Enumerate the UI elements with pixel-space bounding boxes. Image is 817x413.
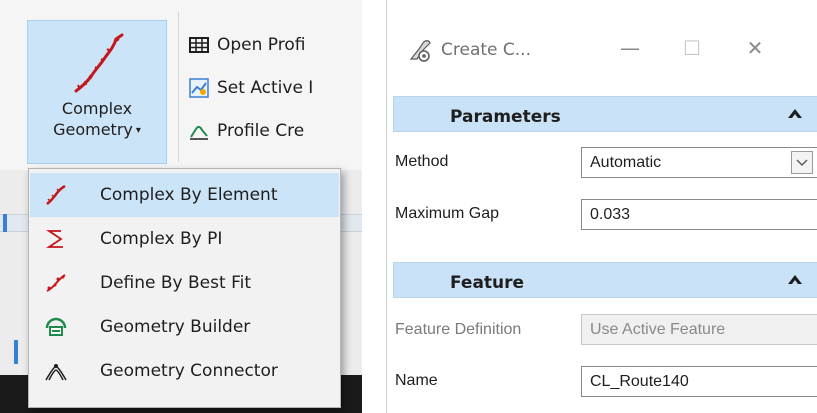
method-label: Method [395,153,449,170]
geometry-builder-icon [45,317,67,336]
set-active-profile-label: Set Active I [217,78,314,98]
dropdown-button[interactable] [791,151,813,174]
background-marker [3,214,7,232]
menu-item-define-by-best-fit[interactable]: Define By Best Fit [30,261,339,305]
feature-section-title: Feature [450,273,525,293]
method-dropdown[interactable]: Automatic [581,147,817,178]
dialog-titlebar[interactable]: Create C... — ☐ ✕ [387,0,817,88]
dropdown-caret-icon: ▾ [135,125,141,136]
chevron-down-icon [796,159,808,167]
collapse-arrow-icon[interactable] [787,273,803,287]
menu-item-label: Complex By PI [100,229,223,249]
name-input[interactable]: CL_Route140 [581,366,817,397]
parameters-section-header[interactable]: Parameters [393,96,817,132]
menu-item-geometry-builder[interactable]: Geometry Builder [30,305,339,349]
complex-by-pi-icon [46,230,63,248]
dialog-body [393,88,817,413]
menu-item-label: Geometry Builder [100,317,251,337]
complex-by-element-icon [46,184,66,205]
complex-geometry-button[interactable]: Complex Geometry ▾ [27,20,167,164]
best-fit-icon [46,274,66,292]
create-complex-dialog: Create C... — ☐ ✕ Parameters Method Auto… [386,0,817,413]
background-marker [14,340,18,364]
menu-item-label: Geometry Connector [100,361,278,381]
feature-definition-field: Use Active Feature [581,314,817,345]
menu-item-geometry-connector[interactable]: Geometry Connector [30,349,339,393]
profile-curve-icon [190,125,208,140]
dialog-title: Create C... [441,40,531,60]
feature-definition-label: Feature Definition [395,321,522,338]
maximum-gap-input[interactable]: 0.033 [581,199,817,230]
method-value: Automatic [590,154,662,171]
maximum-gap-label: Maximum Gap [395,205,500,222]
profile-create-label: Profile Cre [217,121,305,141]
open-profile-label: Open Profi [217,35,306,55]
ribbon-group-divider [178,12,179,162]
close-button[interactable]: ✕ [740,36,770,62]
parameters-section-title: Parameters [450,107,561,127]
minimize-button[interactable]: — [615,36,645,62]
open-profile-button[interactable]: Open Profi [188,28,306,62]
menu-item-complex-by-element[interactable]: Complex By Element [30,173,339,217]
profile-create-button[interactable]: Profile Cre [188,114,304,148]
name-label: Name [395,372,438,389]
complex-geometry-label-line1: Complex [61,99,133,118]
complex-geometry-icon [74,33,124,93]
menu-item-label: Define By Best Fit [100,273,251,293]
geometry-connector-icon [45,364,67,381]
feature-section-header[interactable]: Feature [393,262,817,298]
set-active-profile-button[interactable]: Set Active I [188,71,313,105]
maximize-button[interactable]: ☐ [677,36,707,62]
tool-settings-icon [409,40,431,62]
set-active-profile-icon [189,78,209,98]
menu-item-label: Complex By Element [100,185,278,205]
complex-geometry-label-line2: Geometry ▾ [53,120,141,139]
ribbon-panel: Complex Geometry ▾ Open Profi Set Active … [0,0,362,413]
collapse-arrow-icon[interactable] [787,107,803,121]
complex-geometry-dropdown-menu: Complex By Element Complex By PI Define … [28,168,341,408]
grid-table-icon [189,37,209,53]
menu-item-complex-by-pi[interactable]: Complex By PI [30,217,339,261]
